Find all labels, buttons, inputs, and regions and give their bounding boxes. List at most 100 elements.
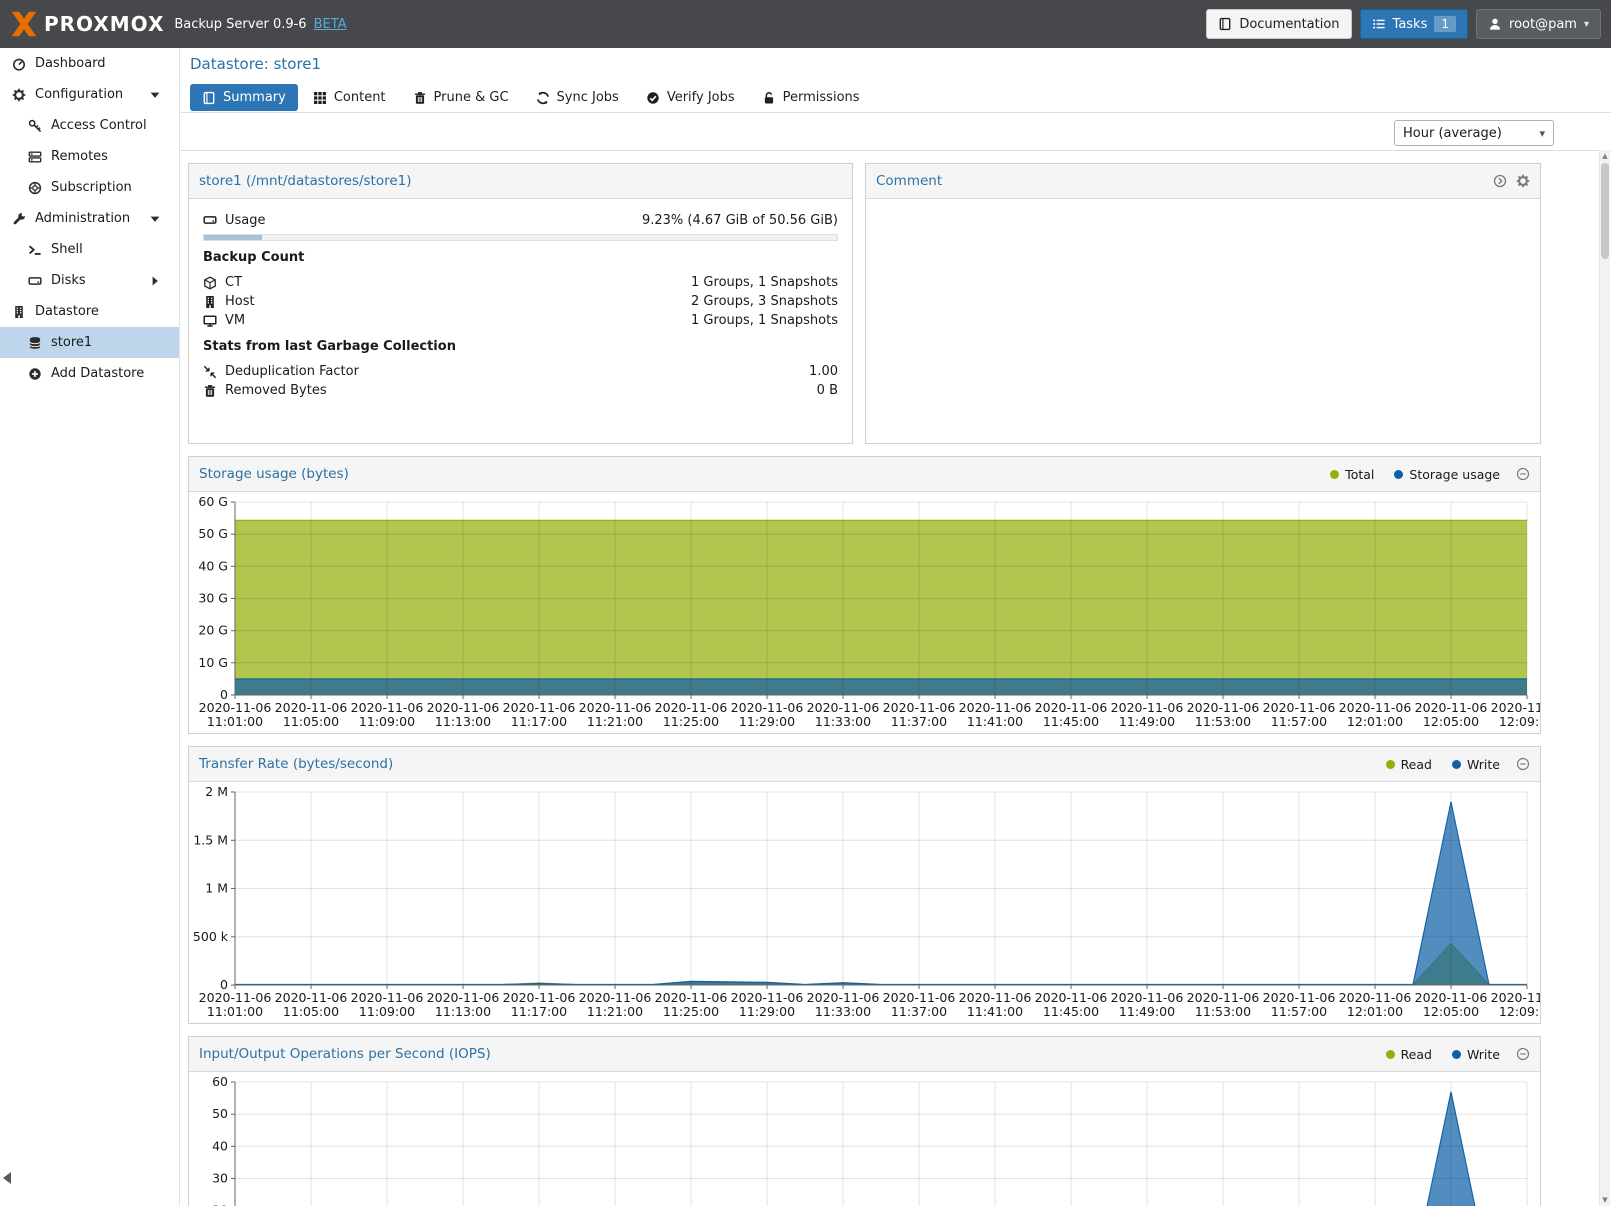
- svg-text:12:01:00: 12:01:00: [1347, 1004, 1403, 1019]
- sidebar-item-label: Configuration: [35, 87, 123, 102]
- tab-content[interactable]: Content: [301, 84, 398, 111]
- trash-icon: [413, 91, 427, 105]
- documentation-button[interactable]: Documentation: [1206, 9, 1351, 39]
- sidebar-item-access-control[interactable]: Access Control: [0, 110, 179, 141]
- legend-item-total[interactable]: Total: [1330, 467, 1374, 482]
- svg-text:60 G: 60 G: [198, 494, 228, 509]
- panel-header: Input/Output Operations per Second (IOPS…: [189, 1037, 1540, 1072]
- backup-count-row-host: Host 2 Groups, 3 Snapshots: [203, 292, 838, 311]
- proxmox-x-icon: [10, 10, 38, 38]
- sidebar-item-dashboard[interactable]: Dashboard: [0, 48, 179, 79]
- tab-prune-gc[interactable]: Prune & GC: [401, 84, 521, 111]
- svg-text:30 G: 30 G: [198, 591, 228, 606]
- usage-progress-bar: [203, 234, 838, 241]
- svg-text:2020-11-06: 2020-11-06: [959, 700, 1032, 715]
- chevron-down-icon[interactable]: [148, 212, 162, 226]
- gauge-icon: [12, 57, 26, 71]
- tab-verify-jobs[interactable]: Verify Jobs: [634, 84, 747, 111]
- svg-text:12:05:00: 12:05:00: [1423, 1004, 1479, 1019]
- svg-text:2020-11-06: 2020-11-06: [1263, 990, 1336, 1005]
- chevron-right-icon[interactable]: [148, 274, 162, 288]
- scroll-up-arrow[interactable]: ▲: [1600, 150, 1610, 162]
- plus-circle-icon: [28, 367, 42, 381]
- comment-body[interactable]: [866, 199, 1540, 219]
- sidebar-item-label: Remotes: [51, 149, 108, 164]
- sidebar-item-subscription[interactable]: Subscription: [0, 172, 179, 203]
- chevron-down-icon[interactable]: [148, 88, 162, 102]
- svg-text:11:49:00: 11:49:00: [1119, 714, 1175, 729]
- usage-label: Usage: [225, 213, 266, 228]
- beta-link[interactable]: BETA: [314, 17, 347, 32]
- collapse-chart-icon[interactable]: [1516, 1047, 1530, 1061]
- sidebar-item-administration[interactable]: Administration: [0, 203, 179, 234]
- sidebar-scroll-left-arrow[interactable]: [3, 1172, 11, 1184]
- collapse-chart-icon[interactable]: [1516, 757, 1530, 771]
- panel-header: Storage usage (bytes) Total Storage usag…: [189, 457, 1540, 492]
- legend-item-read[interactable]: Read: [1386, 1047, 1432, 1062]
- legend-item-write[interactable]: Write: [1452, 1047, 1500, 1062]
- storage-usage-chart: 010 G20 G30 G40 G50 G60 G2020-11-0611:01…: [189, 492, 1540, 733]
- sidebar-item-disks[interactable]: Disks: [0, 265, 179, 296]
- gear-icon[interactable]: [1516, 174, 1530, 188]
- chart-legend: Read Write: [1386, 757, 1500, 772]
- sidebar-item-datastore[interactable]: Datastore: [0, 296, 179, 327]
- hdd-icon: [28, 274, 42, 288]
- sidebar-item-add-datastore[interactable]: Add Datastore: [0, 358, 179, 389]
- tab-sync-jobs[interactable]: Sync Jobs: [524, 84, 631, 111]
- tab-permissions[interactable]: Permissions: [750, 84, 872, 111]
- svg-text:11:05:00: 11:05:00: [283, 1004, 339, 1019]
- svg-text:12:09:00: 12:09:00: [1499, 714, 1540, 729]
- sidebar-item-store1[interactable]: store1: [0, 327, 179, 358]
- tab-label: Summary: [223, 90, 286, 105]
- row-label: Removed Bytes: [225, 383, 327, 398]
- check-circle-icon: [646, 91, 660, 105]
- svg-text:11:29:00: 11:29:00: [739, 1004, 795, 1019]
- transfer-rate-chart: 0500 k1 M1.5 M2 M2020-11-0611:01:002020-…: [189, 782, 1540, 1023]
- panel-header: Comment: [866, 164, 1540, 199]
- period-select[interactable]: Hour (average) ▾: [1394, 120, 1554, 146]
- collapse-chart-icon[interactable]: [1516, 467, 1530, 481]
- svg-text:2020-11-06: 2020-11-06: [427, 990, 500, 1005]
- vertical-scrollbar[interactable]: ▲ ▼: [1599, 150, 1610, 1206]
- legend-item-read[interactable]: Read: [1386, 757, 1432, 772]
- legend-label: Write: [1467, 1047, 1500, 1062]
- sidebar-item-shell[interactable]: Shell: [0, 234, 179, 265]
- svg-text:2020-11-06: 2020-11-06: [807, 700, 880, 715]
- sidebar-item-configuration[interactable]: Configuration: [0, 79, 179, 110]
- svg-text:2 M: 2 M: [205, 784, 228, 799]
- scroll-down-arrow[interactable]: ▼: [1600, 1194, 1610, 1206]
- legend-label: Read: [1401, 1047, 1432, 1062]
- svg-text:2020-11-06: 2020-11-06: [503, 700, 576, 715]
- svg-text:2020-11-06: 2020-11-06: [1187, 700, 1260, 715]
- svg-text:60: 60: [212, 1074, 228, 1089]
- legend-item-storage-usage[interactable]: Storage usage: [1394, 467, 1500, 482]
- key-icon: [28, 119, 42, 133]
- legend-item-write[interactable]: Write: [1452, 757, 1500, 772]
- storage-usage-panel: Storage usage (bytes) Total Storage usag…: [188, 456, 1541, 734]
- svg-text:2020-11-06: 2020-11-06: [199, 990, 272, 1005]
- server-icon: [28, 150, 42, 164]
- iops-chart: 01020304050602020-11-0611:01:002020-11-0…: [189, 1072, 1540, 1206]
- gc-row-dedup: Deduplication Factor 1.00: [203, 362, 838, 381]
- transfer-rate-panel: Transfer Rate (bytes/second) Read Write: [188, 746, 1541, 1024]
- svg-text:2020-11-06: 2020-11-06: [807, 990, 880, 1005]
- backup-count-title: Backup Count: [203, 250, 838, 268]
- chevron-circle-icon[interactable]: [1493, 174, 1507, 188]
- panel-title: Comment: [876, 173, 942, 189]
- tab-summary[interactable]: Summary: [190, 84, 298, 111]
- svg-text:11:09:00: 11:09:00: [359, 714, 415, 729]
- tasks-button[interactable]: Tasks 1: [1360, 9, 1468, 39]
- svg-text:2020-11-06: 2020-11-06: [1491, 700, 1540, 715]
- backup-count-row-ct: CT 1 Groups, 1 Snapshots: [203, 273, 838, 292]
- svg-text:2020-11-06: 2020-11-06: [1111, 990, 1184, 1005]
- proxmox-logo: PROXMOX: [10, 10, 164, 38]
- user-menu-button[interactable]: root@pam ▾: [1476, 9, 1601, 39]
- sidebar-item-remotes[interactable]: Remotes: [0, 141, 179, 172]
- scrollbar-thumb[interactable]: [1601, 163, 1609, 259]
- svg-text:11:37:00: 11:37:00: [891, 714, 947, 729]
- svg-text:50: 50: [212, 1106, 228, 1121]
- row-value: 1 Groups, 1 Snapshots: [691, 275, 838, 290]
- svg-text:2020-11-06: 2020-11-06: [1491, 990, 1540, 1005]
- svg-text:11:41:00: 11:41:00: [967, 1004, 1023, 1019]
- svg-text:11:45:00: 11:45:00: [1043, 1004, 1099, 1019]
